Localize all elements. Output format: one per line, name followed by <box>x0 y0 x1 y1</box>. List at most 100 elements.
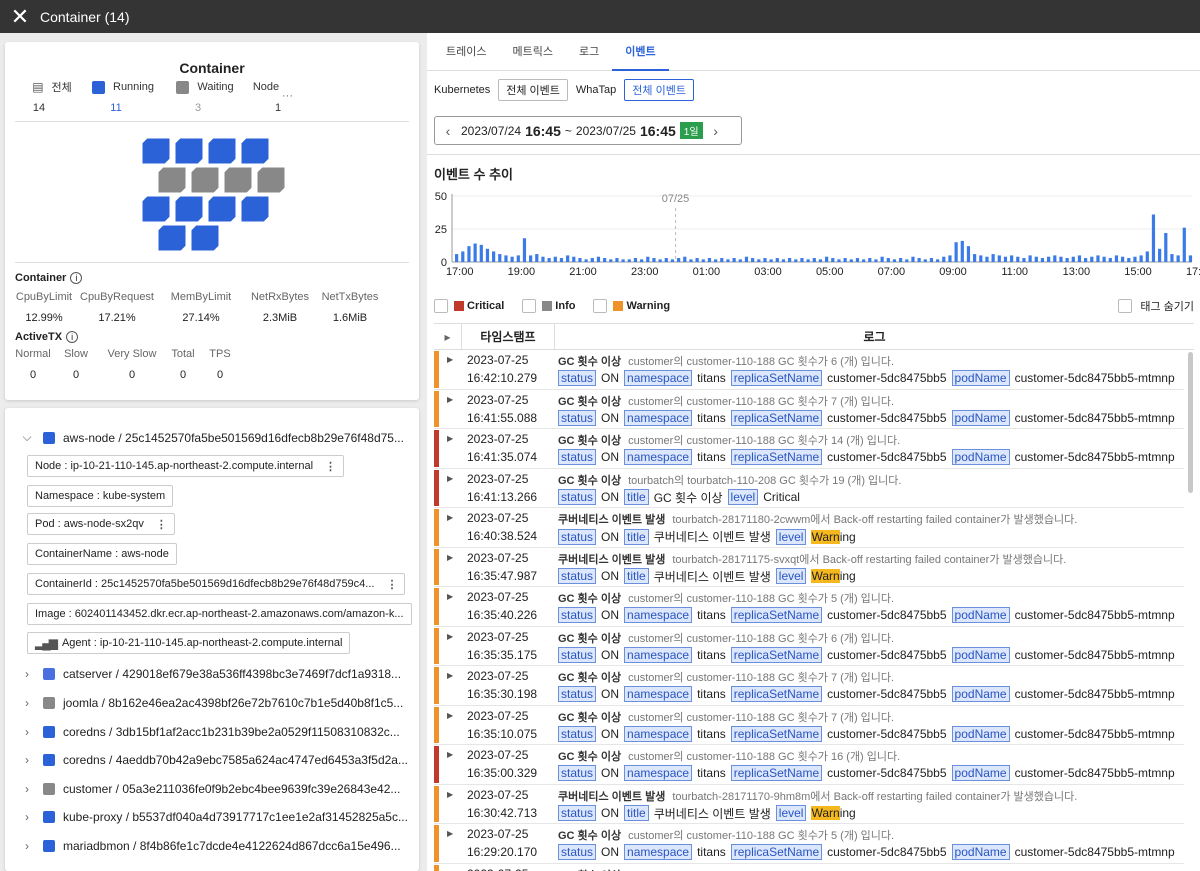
more-icon[interactable]: ··· <box>282 90 293 114</box>
tag-key[interactable]: status <box>558 568 597 584</box>
tag-key[interactable]: replicaSetName <box>730 607 823 623</box>
trend-bar[interactable] <box>1016 256 1020 262</box>
trend-bar[interactable] <box>997 255 1001 262</box>
trend-bar[interactable] <box>806 259 810 262</box>
trend-bar[interactable] <box>1108 258 1112 262</box>
trend-bar[interactable] <box>461 251 465 262</box>
trend-bar[interactable] <box>1182 227 1186 262</box>
trend-bar[interactable] <box>788 258 792 262</box>
trend-bar[interactable] <box>547 258 551 262</box>
tag-key[interactable]: level <box>775 805 807 821</box>
tag-key[interactable]: podName <box>951 607 1010 623</box>
trend-bar[interactable] <box>1053 255 1057 262</box>
tag-key[interactable]: title <box>624 805 649 821</box>
trend-bar[interactable] <box>559 258 564 262</box>
container-hex-running[interactable] <box>240 195 270 223</box>
trend-bar[interactable] <box>1151 214 1156 262</box>
legend-all[interactable]: ▤ 전체 14 <box>22 80 82 114</box>
expand-row-icon[interactable]: ▶ <box>447 355 453 364</box>
trend-bar[interactable] <box>1034 256 1038 262</box>
trend-bar[interactable] <box>855 258 860 262</box>
event-row[interactable]: ▶ 2023-07-25 16:35:40.226 GC 횟수 이상 customer의… <box>434 587 1184 627</box>
chevron-down-icon[interactable]: ⌵ <box>19 430 35 445</box>
event-row[interactable]: ▶ 2023-07-25 16:41:13.266 GC 횟수 이상 tourbatch… <box>434 469 1184 508</box>
trend-bar[interactable] <box>843 258 847 262</box>
trend-bar[interactable] <box>781 259 786 262</box>
trend-bar[interactable] <box>738 259 742 262</box>
trend-bar[interactable] <box>769 259 773 262</box>
expand-row-icon[interactable]: ▶ <box>447 434 453 443</box>
hide-tags-checkbox[interactable] <box>1118 299 1133 313</box>
trend-bar[interactable] <box>973 254 977 262</box>
tab-trace[interactable]: 트레이스 <box>433 33 499 71</box>
tab-events[interactable]: 이벤트 <box>612 33 669 71</box>
trend-bar[interactable] <box>572 256 576 262</box>
trend-bar[interactable] <box>596 256 601 262</box>
trend-bar[interactable] <box>615 258 619 262</box>
trend-bar[interactable] <box>578 258 582 262</box>
trend-bar[interactable] <box>1040 258 1045 262</box>
tag-key[interactable]: podName <box>951 449 1010 465</box>
trend-bar[interactable] <box>744 256 749 262</box>
chevron-right-icon[interactable]: › <box>19 753 35 767</box>
tag-key[interactable]: podName <box>951 765 1010 781</box>
container-hex-running[interactable] <box>141 137 171 165</box>
tag-key[interactable]: namespace <box>624 449 693 465</box>
trend-bar[interactable] <box>522 238 527 262</box>
event-row[interactable]: ▶ 2023-07-25 16:29:20.170 GC 횟수 이상 customer의… <box>434 824 1184 864</box>
chevron-left-icon[interactable]: ‹ <box>435 123 461 139</box>
event-row[interactable]: ▶ 2023-07-25 16:35:35.175 GC 횟수 이상 customer의… <box>434 627 1184 666</box>
trend-bar[interactable] <box>886 258 890 262</box>
trend-bar[interactable] <box>553 256 557 262</box>
trend-bar[interactable] <box>1164 232 1168 262</box>
container-hex-waiting[interactable] <box>190 166 220 194</box>
info-checkbox[interactable] <box>522 299 537 313</box>
tag-key[interactable]: replicaSetName <box>730 646 823 663</box>
expand-all-icon[interactable]: ▸ <box>434 324 462 349</box>
trend-bar[interactable] <box>701 259 705 262</box>
trend-bar[interactable] <box>1133 256 1137 262</box>
container-hex-waiting[interactable] <box>157 166 187 194</box>
tag-key[interactable]: podName <box>951 409 1010 426</box>
event-trend-chart[interactable]: 02550 07/2517:00 19:00 21:00 23:00 01:00 03:00… <box>427 186 1200 286</box>
expand-row-icon[interactable]: ▶ <box>447 632 453 641</box>
chevron-right-icon[interactable]: › <box>19 810 35 824</box>
tag-key[interactable]: replicaSetName <box>730 686 823 702</box>
trend-bar[interactable] <box>751 258 755 262</box>
container-hex-waiting[interactable] <box>256 166 286 194</box>
tag-key[interactable]: replicaSetName <box>730 844 823 860</box>
trend-bar[interactable] <box>1028 255 1032 262</box>
container-hex-running[interactable] <box>207 137 237 165</box>
trend-bar[interactable] <box>800 258 804 262</box>
tag-key[interactable]: namespace <box>624 370 693 386</box>
trend-bar[interactable] <box>1047 256 1051 262</box>
containerid-chip[interactable]: ContainerId : 25c1452570fa5be501569d16df… <box>27 573 406 595</box>
trend-bar[interactable] <box>818 259 823 262</box>
tag-key[interactable]: namespace <box>624 686 693 702</box>
expand-row-icon[interactable]: ▶ <box>447 750 453 759</box>
trend-bar[interactable] <box>677 258 681 262</box>
trend-bar[interactable] <box>1077 255 1082 262</box>
trend-bar[interactable] <box>609 259 613 262</box>
tag-key[interactable]: title <box>624 528 649 545</box>
trend-bar[interactable] <box>633 258 638 262</box>
trend-bar[interactable] <box>985 256 989 262</box>
trend-bar[interactable] <box>831 258 835 262</box>
trend-bar[interactable] <box>936 259 940 262</box>
trend-bar[interactable] <box>640 259 644 262</box>
trend-bar[interactable] <box>726 259 730 262</box>
trend-bar[interactable] <box>695 258 699 262</box>
trend-bar[interactable] <box>794 259 798 262</box>
trend-bar[interactable] <box>1176 255 1180 262</box>
tag-key[interactable]: podName <box>951 370 1010 386</box>
kebab-icon[interactable]: ⋮ <box>156 518 167 531</box>
node-chip[interactable]: Node : ip-10-21-110-145.ap-northeast-2.c… <box>27 455 345 477</box>
trend-bar[interactable] <box>670 259 675 262</box>
tag-key[interactable]: level <box>775 568 807 584</box>
trend-bar[interactable] <box>905 259 909 262</box>
trend-bar[interactable] <box>966 246 971 262</box>
trend-bar[interactable] <box>720 258 724 262</box>
tag-key[interactable]: podName <box>951 725 1010 742</box>
trend-bar[interactable] <box>485 248 490 262</box>
trend-bar[interactable] <box>1096 255 1100 262</box>
